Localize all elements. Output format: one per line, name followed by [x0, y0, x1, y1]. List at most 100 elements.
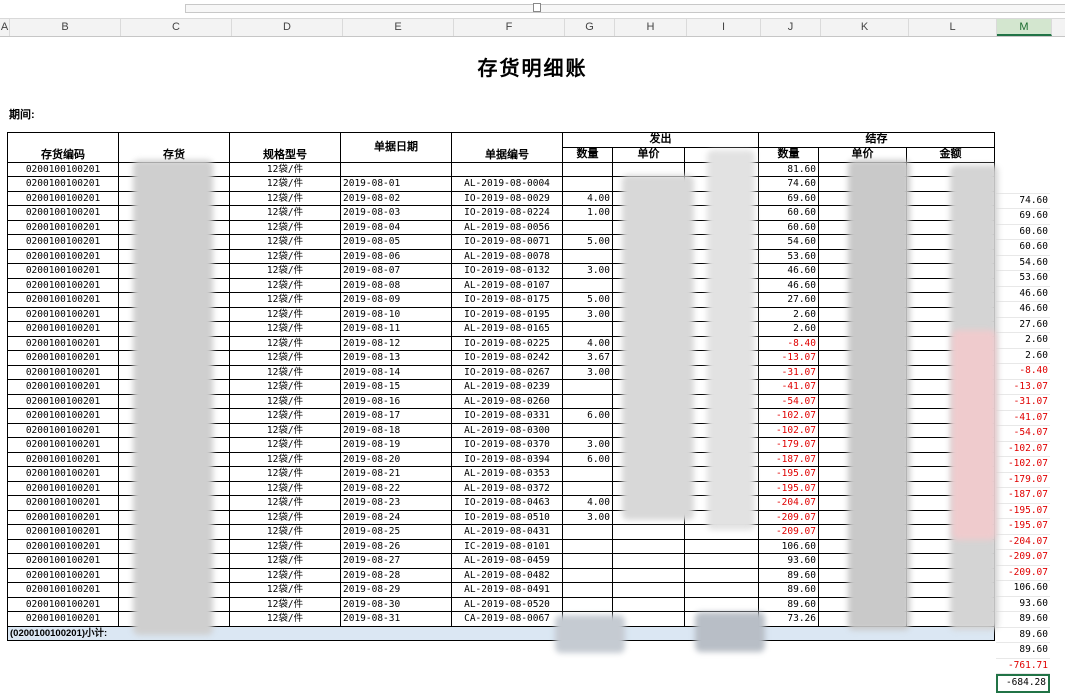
cell-code[interactable]: 0200100100201	[7, 582, 119, 598]
cell-qty[interactable]: 3.00	[562, 263, 613, 279]
column-m-cell[interactable]: 60.60	[996, 225, 1050, 240]
cell-qty[interactable]: 4.00	[562, 335, 613, 351]
cell-code[interactable]: 0200100100201	[7, 350, 119, 366]
cell-spec[interactable]: 12袋/件	[229, 248, 341, 264]
formula-bar[interactable]	[185, 4, 1065, 13]
cell-spec[interactable]: 12袋/件	[229, 306, 341, 322]
cell-docno[interactable]: AL-2019-08-0431	[451, 524, 563, 540]
cell-balance-qty[interactable]: -209.07	[758, 509, 819, 525]
cell-qty[interactable]	[562, 219, 613, 235]
cell-spec[interactable]: 12袋/件	[229, 480, 341, 496]
cell-issue-amount[interactable]	[684, 567, 759, 583]
cell-qty[interactable]	[562, 248, 613, 264]
cell-date[interactable]: 2019-08-30	[340, 596, 452, 612]
cell-balance-qty[interactable]: 89.60	[758, 567, 819, 583]
cell-docno[interactable]: AL-2019-08-0459	[451, 553, 563, 569]
cell-docno[interactable]: AL-2019-08-0300	[451, 422, 563, 438]
cell-code[interactable]: 0200100100201	[7, 553, 119, 569]
column-m-cell[interactable]: 54.60	[996, 256, 1050, 271]
cell-docno[interactable]: IO-2019-08-0394	[451, 451, 563, 467]
cell-qty[interactable]: 6.00	[562, 451, 613, 467]
cell-docno[interactable]: IC-2019-08-0101	[451, 538, 563, 554]
cell-issue-amount[interactable]	[684, 553, 759, 569]
cell-code[interactable]: 0200100100201	[7, 524, 119, 540]
cell-docno[interactable]: IO-2019-08-0071	[451, 234, 563, 250]
column-header-g[interactable]: G	[565, 19, 615, 36]
column-m-cell[interactable]: 46.60	[996, 287, 1050, 302]
cell-balance-qty[interactable]: 54.60	[758, 234, 819, 250]
cell-price[interactable]	[612, 582, 685, 598]
cell-spec[interactable]: 12袋/件	[229, 219, 341, 235]
cell-spec[interactable]: 12袋/件	[229, 364, 341, 380]
column-header-k[interactable]: K	[821, 19, 909, 36]
column-m-cell[interactable]: 2.60	[996, 333, 1050, 349]
cell-docno[interactable]: AL-2019-08-0482	[451, 567, 563, 583]
column-m-cell[interactable]: 53.60	[996, 271, 1050, 287]
cell-spec[interactable]: 12袋/件	[229, 524, 341, 540]
cell-balance-qty[interactable]: 73.26	[758, 611, 819, 627]
cell-issue-amount[interactable]	[684, 582, 759, 598]
column-m-cell[interactable]: 89.60	[996, 612, 1050, 628]
cell-code[interactable]: 0200100100201	[7, 408, 119, 424]
cell-code[interactable]: 0200100100201	[7, 292, 119, 308]
cell-spec[interactable]: 12袋/件	[229, 350, 341, 366]
cell-docno[interactable]: IO-2019-08-0132	[451, 263, 563, 279]
cell-spec[interactable]: 12袋/件	[229, 393, 341, 409]
cell-spec[interactable]: 12袋/件	[229, 321, 341, 337]
cell-docno[interactable]: AL-2019-08-0056	[451, 219, 563, 235]
cell-balance-qty[interactable]: -13.07	[758, 350, 819, 366]
cell-spec[interactable]: 12袋/件	[229, 437, 341, 453]
cell-date[interactable]: 2019-08-06	[340, 248, 452, 264]
cell-qty[interactable]: 4.00	[562, 190, 613, 206]
column-header-h[interactable]: H	[615, 19, 687, 36]
cell-balance-qty[interactable]: 53.60	[758, 248, 819, 264]
column-m-cell[interactable]: -195.07	[996, 504, 1050, 519]
cell-date[interactable]: 2019-08-01	[340, 176, 452, 192]
cell-spec[interactable]: 12袋/件	[229, 205, 341, 221]
column-m-cell[interactable]: 89.60	[996, 628, 1050, 643]
column-m-cell[interactable]: 106.60	[996, 581, 1050, 597]
cell-date[interactable]: 2019-08-25	[340, 524, 452, 540]
cell-balance-qty[interactable]: 27.60	[758, 292, 819, 308]
cell-qty[interactable]: 3.67	[562, 350, 613, 366]
cell-docno[interactable]: AL-2019-08-0353	[451, 466, 563, 482]
cell-date[interactable]: 2019-08-27	[340, 553, 452, 569]
cell-date[interactable]: 2019-08-12	[340, 335, 452, 351]
cell-docno[interactable]: IO-2019-08-0331	[451, 408, 563, 424]
cell-qty[interactable]: 3.00	[562, 306, 613, 322]
cell-balance-qty[interactable]: -102.07	[758, 422, 819, 438]
cell-price[interactable]	[612, 524, 685, 540]
cell-date[interactable]: 2019-08-15	[340, 379, 452, 395]
column-m-cell[interactable]: 74.60	[996, 194, 1050, 209]
cell-code[interactable]: 0200100100201	[7, 379, 119, 395]
cell-spec[interactable]: 12袋/件	[229, 176, 341, 192]
cell-date[interactable]: 2019-08-19	[340, 437, 452, 453]
cell-balance-qty[interactable]: 69.60	[758, 190, 819, 206]
cell-code[interactable]: 0200100100201	[7, 393, 119, 409]
cell-issue-amount[interactable]	[684, 596, 759, 612]
cell-code[interactable]: 0200100100201	[7, 422, 119, 438]
cell-code[interactable]: 0200100100201	[7, 161, 119, 177]
cell-code[interactable]: 0200100100201	[7, 248, 119, 264]
cell-date[interactable]: 2019-08-31	[340, 611, 452, 627]
cell-code[interactable]: 0200100100201	[7, 437, 119, 453]
cell-date[interactable]: 2019-08-16	[340, 393, 452, 409]
column-m-cell[interactable]: -102.07	[996, 457, 1050, 473]
cell-spec[interactable]: 12袋/件	[229, 582, 341, 598]
cell-price[interactable]	[612, 567, 685, 583]
cell-spec[interactable]: 12袋/件	[229, 335, 341, 351]
cell-qty[interactable]	[562, 538, 613, 554]
cell-date[interactable]: 2019-08-07	[340, 263, 452, 279]
cell-docno[interactable]: IO-2019-08-0242	[451, 350, 563, 366]
cell-qty[interactable]	[562, 466, 613, 482]
column-m-subtotal[interactable]: -684.28	[996, 674, 1050, 693]
cell-code[interactable]: 0200100100201	[7, 495, 119, 511]
cell-code[interactable]: 0200100100201	[7, 234, 119, 250]
cell-balance-qty[interactable]: -102.07	[758, 408, 819, 424]
cell-balance-qty[interactable]: -195.07	[758, 466, 819, 482]
cell-balance-qty[interactable]: 106.60	[758, 538, 819, 554]
cell-qty[interactable]	[562, 393, 613, 409]
column-header-l[interactable]: L	[909, 19, 997, 36]
cell-docno[interactable]: IO-2019-08-0029	[451, 190, 563, 206]
column-m-cell[interactable]	[996, 178, 1050, 194]
